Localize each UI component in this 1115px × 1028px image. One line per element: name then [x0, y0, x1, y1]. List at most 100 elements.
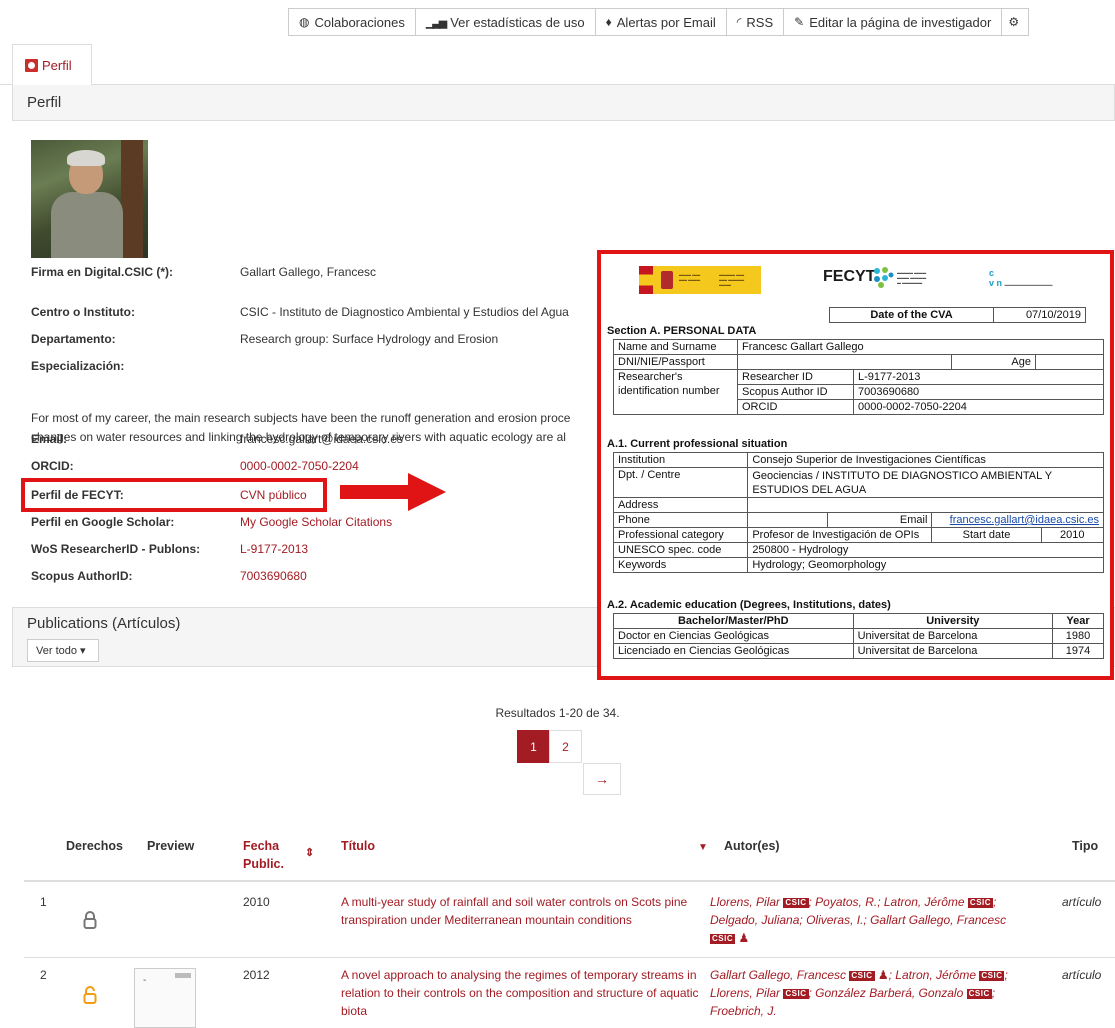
row2-number: 2 [40, 968, 47, 982]
row2-preview-thumbnail[interactable]: - [134, 968, 196, 1028]
user-icon: ♟ [738, 931, 750, 945]
cva-prof-label: Professional category [612, 527, 749, 543]
firma-label: Firma en Digital.CSIC (*): [31, 265, 174, 279]
cva-date-table: Date of the CVA 07/10/2019 [829, 307, 1086, 323]
settings-button[interactable]: ⚙ [1001, 8, 1030, 36]
cva-logos: ▬▬▬ ▬▬ ▬▬ ▬▬▬ ▬▬▬▬ ▬▬ ▬▬ ▬▬▬▬ ▬▬▬ FECYT ▬▬▬… [601, 262, 1110, 302]
cva-start-label: Start date [931, 527, 1042, 543]
orcid-link[interactable]: 0000-0002-7050-2204 [240, 459, 359, 473]
csic-badge: CSIC [849, 971, 875, 981]
lock-open-icon [83, 986, 97, 1009]
cva-email-label: Email [827, 512, 933, 528]
estadisticas-label: Ver estadísticas de uso [450, 14, 585, 30]
row-divider [24, 957, 1115, 958]
cva-researcher-label-2: identification number [618, 385, 720, 397]
cva-age-label: Age [951, 354, 1036, 370]
cva-edu-header-year: Year [1052, 613, 1104, 629]
wos-link[interactable]: L-9177-2013 [240, 542, 308, 556]
rss-button[interactable]: ◜ RSS [725, 8, 785, 36]
rss-icon: ◜ [736, 15, 742, 29]
csic-badge: CSIC [967, 898, 994, 908]
results-count: Resultados 1-20 de 34. [495, 706, 620, 720]
cva-address-label: Address [612, 497, 749, 513]
ver-todo-dropdown[interactable]: Ver todo ▾ [27, 639, 99, 662]
departamento-label: Departamento: [31, 332, 116, 346]
tab-perfil[interactable]: Perfil [12, 44, 92, 86]
cva-keywords-value: Hydrology; Geomorphology [747, 557, 1104, 573]
cva-edu1-university: Universitat de Barcelona [852, 628, 1054, 644]
csic-badge: CSIC [979, 971, 1005, 981]
cva-edu2-degree: Licenciado en Ciencias Geológicas [613, 643, 854, 659]
row2-tipo: artículo [1062, 968, 1102, 982]
row1-number: 1 [40, 895, 47, 909]
col-fecha-line2: Public. [243, 857, 284, 871]
estadisticas-button[interactable]: ▁▃▅ Ver estadísticas de uso [414, 8, 596, 36]
cva-scopus-value: 7003690680 [853, 384, 1104, 400]
orcid-label: ORCID: [31, 459, 74, 473]
page-1-button[interactable]: 1 [517, 730, 550, 763]
cva-orcid-value: 0000-0002-7050-2204 [853, 399, 1104, 415]
csic-badge: CSIC [966, 989, 992, 999]
cva-prof-value: Profesor de Investigación de OPIs [747, 527, 933, 543]
page-2-button[interactable]: 2 [549, 730, 582, 763]
cva-edu1-degree: Doctor en Ciencias Geológicas [613, 628, 854, 644]
fecyt-highlight-box [21, 478, 327, 512]
cva-name-label: Name and Surname [613, 339, 738, 355]
row1-author-1[interactable]: Llorens, Pilar [710, 895, 780, 909]
row2-title-link[interactable]: A novel approach to analysing the regime… [341, 966, 701, 1020]
scopus-label: Scopus AuthorID: [31, 569, 133, 583]
cva-institution-value: Consejo Superior de Investigaciones Cien… [747, 452, 1104, 468]
panel-header: Perfil [12, 85, 1115, 121]
cva-email-link[interactable]: francesc.gallart@idaea.csic.es [950, 514, 1099, 526]
col-titulo[interactable]: Título [341, 837, 375, 855]
cva-section-a-title: Section A. PERSONAL DATA [607, 325, 757, 337]
row2-author-4[interactable]: ; González Barberá, Gonzalo [809, 986, 964, 1000]
row2-author-1[interactable]: Gallart Gallego, Francesc [710, 968, 846, 982]
colaboraciones-button[interactable]: ◍ Colaboraciones [288, 8, 416, 36]
table-header-divider [24, 880, 1115, 882]
bar-chart-icon: ▁▃▅ [425, 16, 447, 29]
row2-authors: Gallart Gallego, Francesc CSIC ♟; Latron… [710, 966, 1032, 1020]
cva-edu-header-degree: Bachelor/Master/PhD [613, 613, 854, 629]
row1-year: 2010 [243, 895, 270, 909]
bell-icon: ♦ [605, 15, 612, 29]
scopus-link[interactable]: 7003690680 [240, 569, 307, 583]
arrow-right-icon: → [595, 771, 609, 787]
centro-value: CSIC - Instituto de Diagnostico Ambienta… [240, 305, 569, 319]
cva-education-table: Bachelor/Master/PhD University Year Doct… [613, 613, 1104, 659]
researcher-photo [31, 140, 148, 258]
col-fecha[interactable]: Fecha Public. [243, 837, 284, 873]
cva-researcher-label: Researcher's identification number [613, 369, 738, 415]
cva-edu2-university: Universitat de Barcelona [852, 643, 1054, 659]
especializacion-label: Especialización: [31, 359, 125, 373]
cva-date-value: 07/10/2019 [993, 307, 1086, 323]
editar-label: Editar la página de investigador [809, 14, 992, 30]
editar-button[interactable]: ✎ Editar la página de investigador [783, 8, 1003, 36]
alertas-button[interactable]: ♦ Alertas por Email [594, 8, 727, 36]
gear-icon: ⚙ [1008, 15, 1020, 29]
cva-rid-value: L-9177-2013 [853, 369, 1104, 385]
scholar-link[interactable]: My Google Scholar Citations [240, 515, 392, 529]
scholar-label: Perfil en Google Scholar: [31, 515, 175, 529]
sort-both-icon[interactable]: ⇕ [305, 844, 314, 862]
sort-desc-icon[interactable]: ▼ [698, 839, 708, 857]
cva-edu2-year: 1974 [1052, 643, 1104, 659]
cva-edu1-year: 1980 [1052, 628, 1104, 644]
cva-phone-label: Phone [612, 512, 749, 528]
cva-date-label: Date of the CVA [829, 307, 994, 323]
cva-rid-label: Researcher ID [737, 369, 854, 385]
row2-author-2[interactable]: ; Latron, Jérôme [889, 968, 976, 982]
bio-line-1: For most of my career, the main research… [31, 411, 571, 425]
colaboraciones-label: Colaboraciones [314, 14, 405, 30]
csic-badge: CSIC [783, 989, 809, 999]
cva-researcher-label-1: Researcher's [618, 371, 683, 383]
gobierno-logo-icon: ▬▬▬ ▬▬ ▬▬ ▬▬▬ ▬▬▬▬ ▬▬ ▬▬ ▬▬▬▬ ▬▬▬ [639, 266, 761, 294]
user-icon: ♟ [877, 968, 889, 982]
alertas-label: Alertas por Email [616, 14, 716, 30]
email-label: Email: [31, 432, 68, 446]
row1-author-2[interactable]: ; Poyatos, R.; Latron, Jérôme [809, 895, 965, 909]
col-preview: Preview [147, 839, 195, 853]
row1-title-link[interactable]: A multi-year study of rainfall and soil … [341, 893, 701, 929]
next-page-button[interactable]: → [583, 763, 621, 795]
rss-label: RSS [746, 14, 774, 30]
